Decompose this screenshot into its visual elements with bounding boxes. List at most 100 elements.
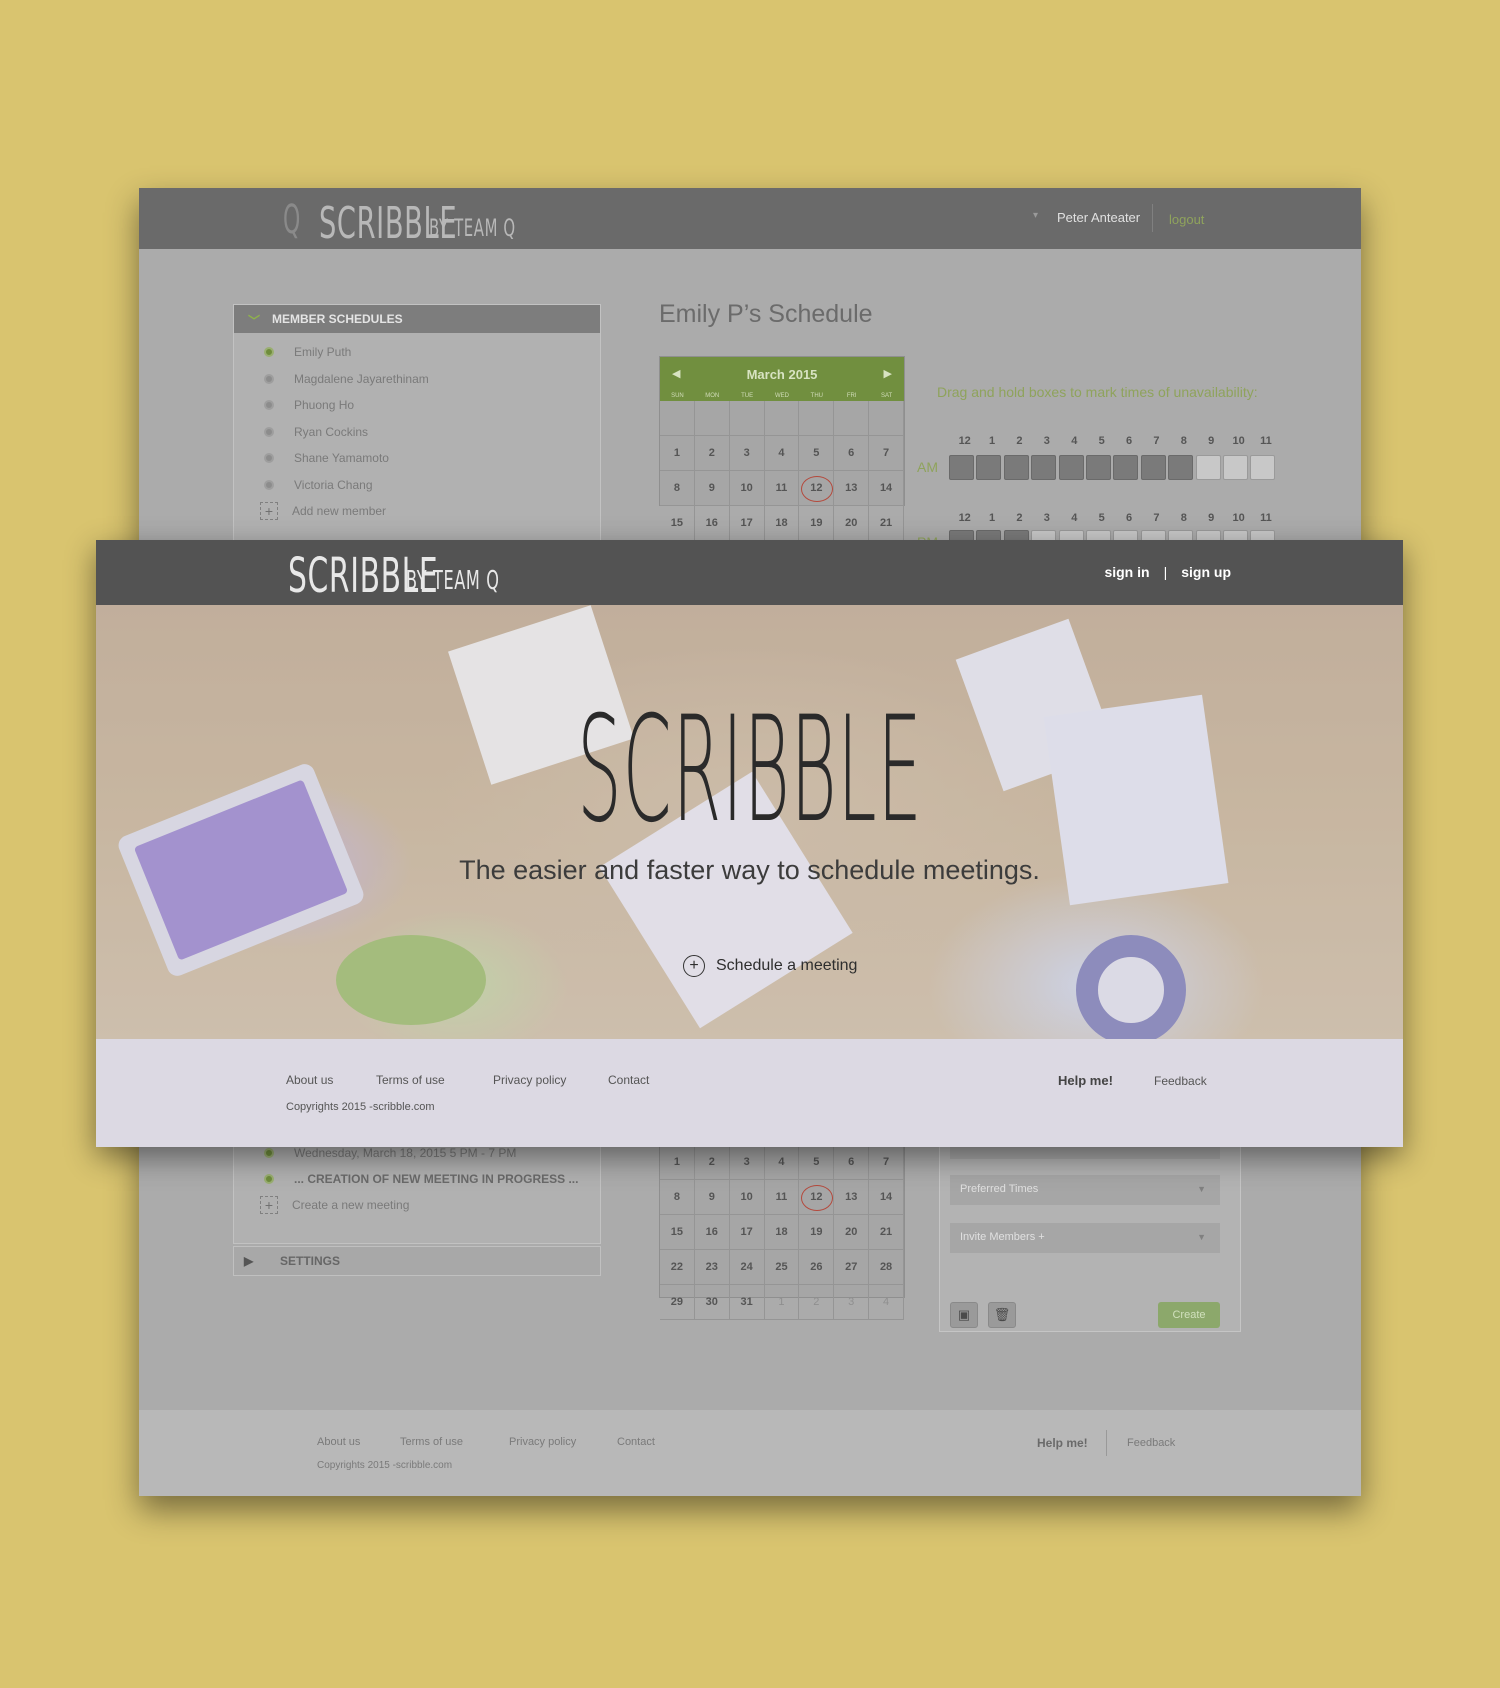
- calendar-day[interactable]: 3: [729, 436, 765, 471]
- calendar-day[interactable]: 11: [764, 471, 800, 506]
- create-button[interactable]: Create: [1158, 1302, 1220, 1328]
- calendar-day[interactable]: 15: [660, 1215, 695, 1250]
- preferred-times-select[interactable]: Preferred Times ▼: [950, 1175, 1220, 1205]
- footer-contact-link[interactable]: Contact: [608, 1073, 649, 1087]
- calendar-day[interactable]: 4: [764, 436, 800, 471]
- member-item[interactable]: Ryan Cockins: [234, 419, 600, 446]
- calendar-day[interactable]: 8: [660, 1180, 695, 1215]
- add-member-button[interactable]: + Add new member: [234, 498, 600, 525]
- footer-privacy-link[interactable]: Privacy policy: [509, 1436, 576, 1448]
- time-slot[interactable]: [949, 455, 974, 480]
- footer-privacy-link[interactable]: Privacy policy: [493, 1073, 566, 1087]
- calendar-day[interactable]: 1: [764, 1285, 800, 1320]
- user-name[interactable]: Peter Anteater: [1057, 210, 1140, 225]
- calendar-day[interactable]: 18: [764, 1215, 800, 1250]
- calendar-day[interactable]: 5: [799, 436, 835, 471]
- calendar-day[interactable]: 14: [869, 1180, 904, 1215]
- calendar-day[interactable]: 17: [729, 1215, 765, 1250]
- calendar-day[interactable]: 24: [729, 1250, 765, 1285]
- invite-members-select[interactable]: Invite Members + ▼: [950, 1223, 1220, 1253]
- calendar-day[interactable]: 2: [799, 1285, 835, 1320]
- calendar-day[interactable]: 19: [799, 1215, 835, 1250]
- calendar-day[interactable]: 29: [660, 1285, 695, 1320]
- calendar-day[interactable]: 16: [694, 506, 730, 541]
- calendar-day[interactable]: 27: [834, 1250, 870, 1285]
- calendar-day[interactable]: 18: [764, 506, 800, 541]
- time-slot[interactable]: [1003, 455, 1029, 480]
- footer-contact-link[interactable]: Contact: [617, 1436, 655, 1448]
- time-slot[interactable]: [1031, 455, 1057, 480]
- logout-link[interactable]: logout: [1169, 212, 1204, 227]
- member-item[interactable]: Magdalene Jayarethinam: [234, 366, 600, 393]
- calendar-day[interactable]: 2: [694, 1145, 730, 1180]
- footer-about-link[interactable]: About us: [317, 1436, 360, 1448]
- calendar-day[interactable]: 7: [869, 436, 904, 471]
- calendar-day[interactable]: 2: [694, 436, 730, 471]
- calendar-day[interactable]: 1: [660, 436, 695, 471]
- member-item[interactable]: Victoria Chang: [234, 472, 600, 499]
- member-item[interactable]: Emily Puth: [234, 339, 600, 366]
- footer-terms-link[interactable]: Terms of use: [400, 1436, 463, 1448]
- footer-about-link[interactable]: About us: [286, 1073, 333, 1087]
- calendar-day[interactable]: 21: [869, 506, 904, 541]
- calendar-day[interactable]: 12: [799, 471, 835, 506]
- calendar-day[interactable]: 16: [694, 1215, 730, 1250]
- footer-feedback-link[interactable]: Feedback: [1127, 1437, 1175, 1449]
- calendar-day[interactable]: 20: [834, 1215, 870, 1250]
- calendar-day[interactable]: 26: [799, 1250, 835, 1285]
- member-schedules-header[interactable]: ﹀ MEMBER SCHEDULES: [234, 305, 600, 333]
- calendar-day[interactable]: 23: [694, 1250, 730, 1285]
- calendar-day[interactable]: 15: [660, 506, 695, 541]
- calendar-day[interactable]: 10: [729, 471, 765, 506]
- create-meeting-button[interactable]: + Create a new meeting: [234, 1192, 600, 1219]
- member-item[interactable]: Phuong Ho: [234, 392, 600, 419]
- calendar-day[interactable]: 6: [834, 1145, 870, 1180]
- calendar-day[interactable]: 12: [799, 1180, 835, 1215]
- calendar-day[interactable]: 19: [799, 506, 835, 541]
- calendar-day[interactable]: 3: [834, 1285, 870, 1320]
- meeting-item[interactable]: ... CREATION OF NEW MEETING IN PROGRESS …: [234, 1166, 600, 1192]
- time-slot[interactable]: [1250, 455, 1276, 480]
- calendar-day[interactable]: 7: [869, 1145, 904, 1180]
- time-slot[interactable]: [1168, 455, 1194, 480]
- calendar-day[interactable]: 17: [729, 506, 765, 541]
- calendar-day[interactable]: 9: [694, 471, 730, 506]
- calendar-day[interactable]: 3: [729, 1145, 765, 1180]
- time-slot[interactable]: [1195, 455, 1221, 480]
- calendar-day[interactable]: 13: [834, 1180, 870, 1215]
- member-item[interactable]: Shane Yamamoto: [234, 445, 600, 472]
- calendar-day[interactable]: 5: [799, 1145, 835, 1180]
- save-icon[interactable]: ▣: [950, 1302, 978, 1328]
- footer-help-link[interactable]: Help me!: [1058, 1073, 1113, 1088]
- footer-terms-link[interactable]: Terms of use: [376, 1073, 445, 1087]
- sign-up-link[interactable]: sign up: [1181, 564, 1231, 580]
- settings-panel-header[interactable]: ▶ SETTINGS: [233, 1246, 601, 1276]
- schedule-meeting-button[interactable]: + Schedule a meeting: [683, 955, 857, 977]
- calendar-day[interactable]: 8: [660, 471, 695, 506]
- trash-icon[interactable]: 🗑: [988, 1302, 1016, 1328]
- calendar-day[interactable]: 25: [764, 1250, 800, 1285]
- calendar-day[interactable]: 30: [694, 1285, 730, 1320]
- calendar-day[interactable]: 4: [764, 1145, 800, 1180]
- calendar-day[interactable]: 20: [834, 506, 870, 541]
- time-slot[interactable]: [1058, 455, 1084, 480]
- time-slot[interactable]: [1140, 455, 1166, 480]
- time-slot[interactable]: [1085, 455, 1111, 480]
- calendar-day[interactable]: 14: [869, 471, 904, 506]
- calendar-day[interactable]: 21: [869, 1215, 904, 1250]
- calendar-day[interactable]: 11: [764, 1180, 800, 1215]
- calendar-day[interactable]: 1: [660, 1145, 695, 1180]
- footer-help-link[interactable]: Help me!: [1037, 1436, 1088, 1450]
- next-month-icon[interactable]: ▶: [884, 367, 892, 380]
- calendar-day[interactable]: 31: [729, 1285, 765, 1320]
- time-slot[interactable]: [1222, 455, 1248, 480]
- chevron-down-icon[interactable]: ▾: [1033, 210, 1038, 221]
- calendar-day[interactable]: 6: [834, 436, 870, 471]
- calendar-day[interactable]: 9: [694, 1180, 730, 1215]
- footer-feedback-link[interactable]: Feedback: [1154, 1074, 1207, 1088]
- calendar-day[interactable]: 28: [869, 1250, 904, 1285]
- calendar-day[interactable]: 10: [729, 1180, 765, 1215]
- calendar-day[interactable]: 13: [834, 471, 870, 506]
- sign-in-link[interactable]: sign in: [1104, 564, 1149, 580]
- calendar-day[interactable]: 22: [660, 1250, 695, 1285]
